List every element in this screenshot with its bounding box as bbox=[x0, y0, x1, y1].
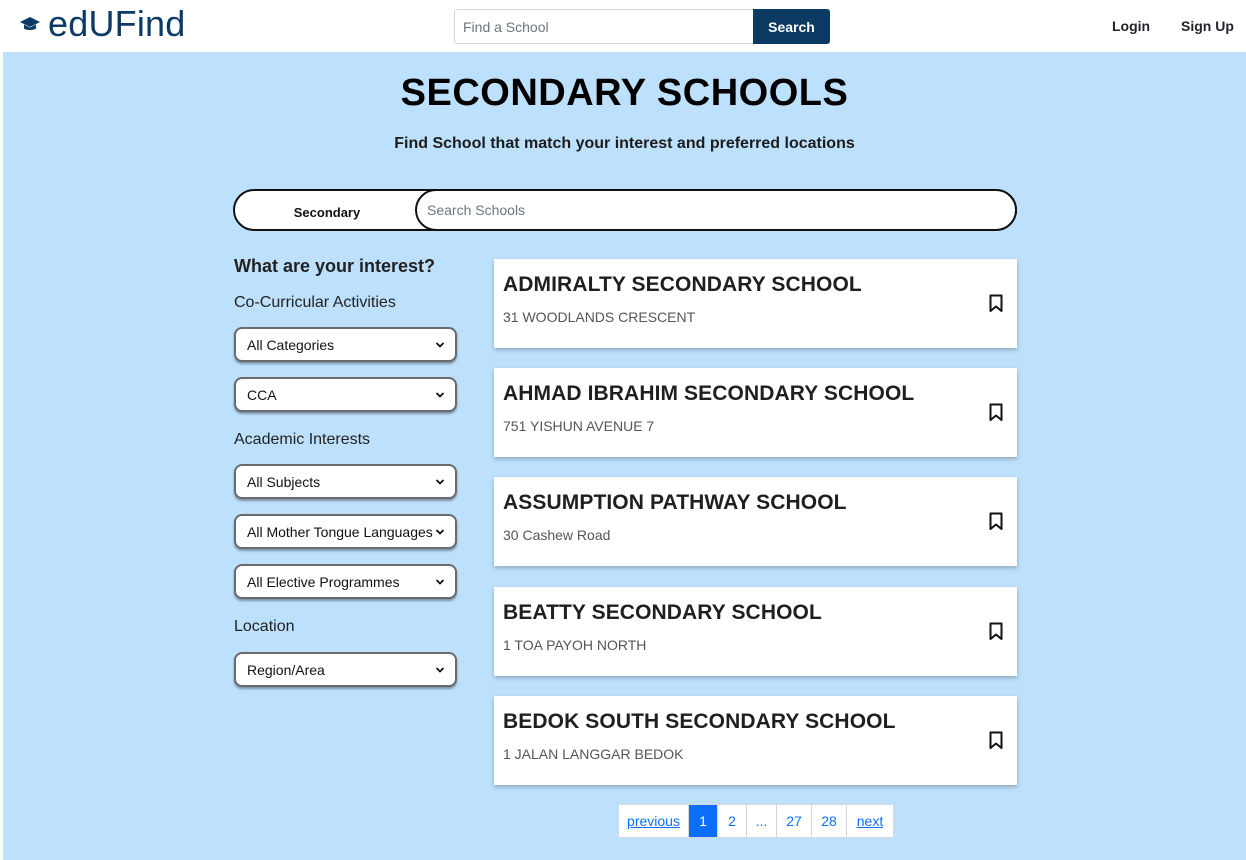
pagination-ellipsis: ... bbox=[747, 805, 777, 837]
login-link[interactable]: Login bbox=[1112, 18, 1150, 34]
academic-label: Academic Interests bbox=[234, 431, 371, 448]
page-subtitle: Find School that match your interest and… bbox=[394, 135, 855, 152]
chevron-down-icon bbox=[435, 528, 445, 535]
cca-category-value: All Categories bbox=[247, 336, 335, 353]
school-name[interactable]: BEDOK SOUTH SECONDARY SCHOOL bbox=[503, 710, 896, 734]
cca-label: Co-Curricular Activities bbox=[234, 294, 396, 311]
cca-category-select[interactable]: All Categories bbox=[234, 327, 457, 362]
subjects-value: All Subjects bbox=[247, 473, 321, 490]
signup-link[interactable]: Sign Up bbox=[1181, 18, 1234, 34]
school-address: 31 WOODLANDS CRESCENT bbox=[503, 309, 696, 325]
bookmark-icon[interactable] bbox=[989, 403, 1003, 422]
bookmark-icon[interactable] bbox=[989, 512, 1003, 531]
level-select[interactable]: Secondary bbox=[235, 191, 419, 229]
page-title: SECONDARY SCHOOLS bbox=[400, 72, 849, 114]
school-card[interactable]: BEATTY SECONDARY SCHOOL 1 TOA PAYOH NORT… bbox=[494, 587, 1017, 676]
pagination-page-27[interactable]: 27 bbox=[777, 805, 812, 837]
pagination: previous 1 2 ... 27 28 next bbox=[618, 804, 894, 838]
chevron-down-icon bbox=[435, 391, 445, 398]
school-address: 1 JALAN LANGGAR BEDOK bbox=[503, 746, 684, 762]
chevron-down-icon bbox=[435, 341, 445, 348]
school-card[interactable]: AHMAD IBRAHIM SECONDARY SCHOOL 751 YISHU… bbox=[494, 368, 1017, 457]
pagination-previous[interactable]: previous bbox=[619, 805, 689, 837]
electives-select[interactable]: All Elective Programmes bbox=[234, 564, 457, 599]
top-search-button[interactable]: Search bbox=[753, 9, 830, 44]
bookmark-icon[interactable] bbox=[989, 622, 1003, 641]
school-card[interactable]: ASSUMPTION PATHWAY SCHOOL 30 Cashew Road bbox=[494, 477, 1017, 566]
pagination-page-28[interactable]: 28 bbox=[812, 805, 847, 837]
school-search-bar: Secondary bbox=[233, 189, 1017, 231]
school-name[interactable]: AHMAD IBRAHIM SECONDARY SCHOOL bbox=[503, 382, 914, 406]
main-content: SECONDARY SCHOOLS Find School that match… bbox=[3, 52, 1246, 860]
top-search-bar: Search bbox=[454, 9, 830, 44]
school-card[interactable]: BEDOK SOUTH SECONDARY SCHOOL 1 JALAN LAN… bbox=[494, 696, 1017, 785]
electives-value: All Elective Programmes bbox=[247, 573, 400, 590]
pagination-page-1[interactable]: 1 bbox=[689, 805, 718, 837]
brand-logo[interactable]: edUFind bbox=[20, 3, 186, 44]
pagination-page-2[interactable]: 2 bbox=[718, 805, 747, 837]
school-search-input[interactable] bbox=[415, 189, 1017, 231]
school-address: 1 TOA PAYOH NORTH bbox=[503, 637, 647, 653]
pagination-next[interactable]: next bbox=[847, 805, 893, 837]
bookmark-icon[interactable] bbox=[989, 731, 1003, 750]
cca-select[interactable]: CCA bbox=[234, 377, 457, 412]
filters-heading: What are your interest? bbox=[234, 256, 436, 276]
mother-tongue-select[interactable]: All Mother Tongue Languages bbox=[234, 514, 457, 549]
chevron-down-icon bbox=[435, 666, 445, 673]
top-navbar: edUFind Search Login Sign Up bbox=[0, 0, 1246, 52]
school-name[interactable]: BEATTY SECONDARY SCHOOL bbox=[503, 601, 822, 625]
subjects-select[interactable]: All Subjects bbox=[234, 464, 457, 499]
school-name[interactable]: ASSUMPTION PATHWAY SCHOOL bbox=[503, 491, 847, 515]
brand-name: edUFind bbox=[48, 3, 186, 44]
region-value: Region/Area bbox=[247, 661, 325, 678]
school-name[interactable]: ADMIRALTY SECONDARY SCHOOL bbox=[503, 273, 862, 297]
graduation-cap-icon bbox=[20, 17, 40, 30]
school-card[interactable]: ADMIRALTY SECONDARY SCHOOL 31 WOODLANDS … bbox=[494, 259, 1017, 348]
chevron-down-icon bbox=[435, 578, 445, 585]
mother-tongue-value: All Mother Tongue Languages bbox=[247, 523, 433, 540]
region-select[interactable]: Region/Area bbox=[234, 652, 457, 687]
location-label: Location bbox=[234, 618, 295, 635]
school-address: 30 Cashew Road bbox=[503, 527, 611, 543]
cca-value: CCA bbox=[247, 386, 277, 403]
school-address: 751 YISHUN AVENUE 7 bbox=[503, 418, 655, 434]
bookmark-icon[interactable] bbox=[989, 294, 1003, 313]
chevron-down-icon bbox=[435, 478, 445, 485]
top-search-input[interactable] bbox=[454, 9, 753, 44]
